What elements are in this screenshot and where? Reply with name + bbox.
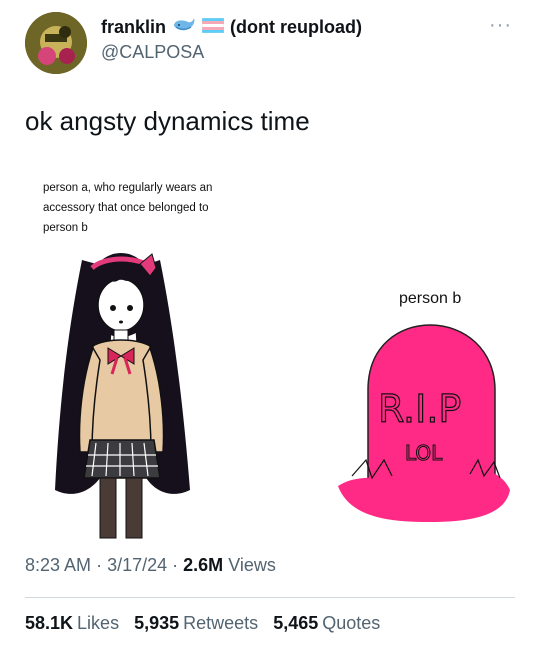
avatar[interactable] <box>25 12 87 74</box>
likes-count: 58.1K <box>25 613 74 633</box>
quotes-label: Quotes <box>322 613 381 633</box>
tweet-time[interactable]: 8:23 AM <box>25 555 91 575</box>
tweet-date[interactable]: 3/17/24 <box>107 555 167 575</box>
retweets-stat[interactable]: 5,935 Retweets <box>134 613 263 633</box>
likes-label: Likes <box>77 613 120 633</box>
transgender-flag-icon <box>201 17 225 38</box>
tweet-meta: 8:23 AM · 3/17/24 · 2.6M Views <box>25 555 276 576</box>
caption-person-b: person b <box>399 290 462 307</box>
retweets-count: 5,935 <box>134 613 180 633</box>
person-a-illustration <box>55 253 190 539</box>
views-count: 2.6M <box>183 555 224 575</box>
retweets-label: Retweets <box>183 613 259 633</box>
user-handle[interactable]: @CALPOSA <box>101 42 204 63</box>
tombstone-illustration: R.I.P LOL <box>338 324 510 522</box>
views-label: Views <box>228 555 276 575</box>
meta-separator: · <box>96 555 108 575</box>
quotes-stat[interactable]: 5,465 Quotes <box>273 613 380 633</box>
divider <box>25 597 515 598</box>
whale-emoji-icon <box>172 15 196 40</box>
display-name-suffix: (dont reupload) <box>230 17 362 37</box>
more-options-icon[interactable]: ··· <box>489 15 512 35</box>
quotes-count: 5,465 <box>273 613 319 633</box>
tombstone-lol-text: LOL <box>405 441 443 465</box>
caption-person-a: person a, who regularly wears an accesso… <box>43 182 213 234</box>
author-name-row: franklin (dont reupload) <box>101 15 362 40</box>
tweet-text: ok angsty dynamics time <box>25 106 310 136</box>
avatar-image <box>25 12 87 74</box>
tombstone-rip-text: R.I.P <box>378 387 461 431</box>
meta-separator: · <box>172 555 184 575</box>
display-name[interactable]: franklin <box>101 17 166 38</box>
engagement-stats: 58.1K Likes 5,935 Retweets 5,465 Quotes <box>25 613 390 634</box>
likes-stat[interactable]: 58.1K Likes <box>25 613 124 633</box>
